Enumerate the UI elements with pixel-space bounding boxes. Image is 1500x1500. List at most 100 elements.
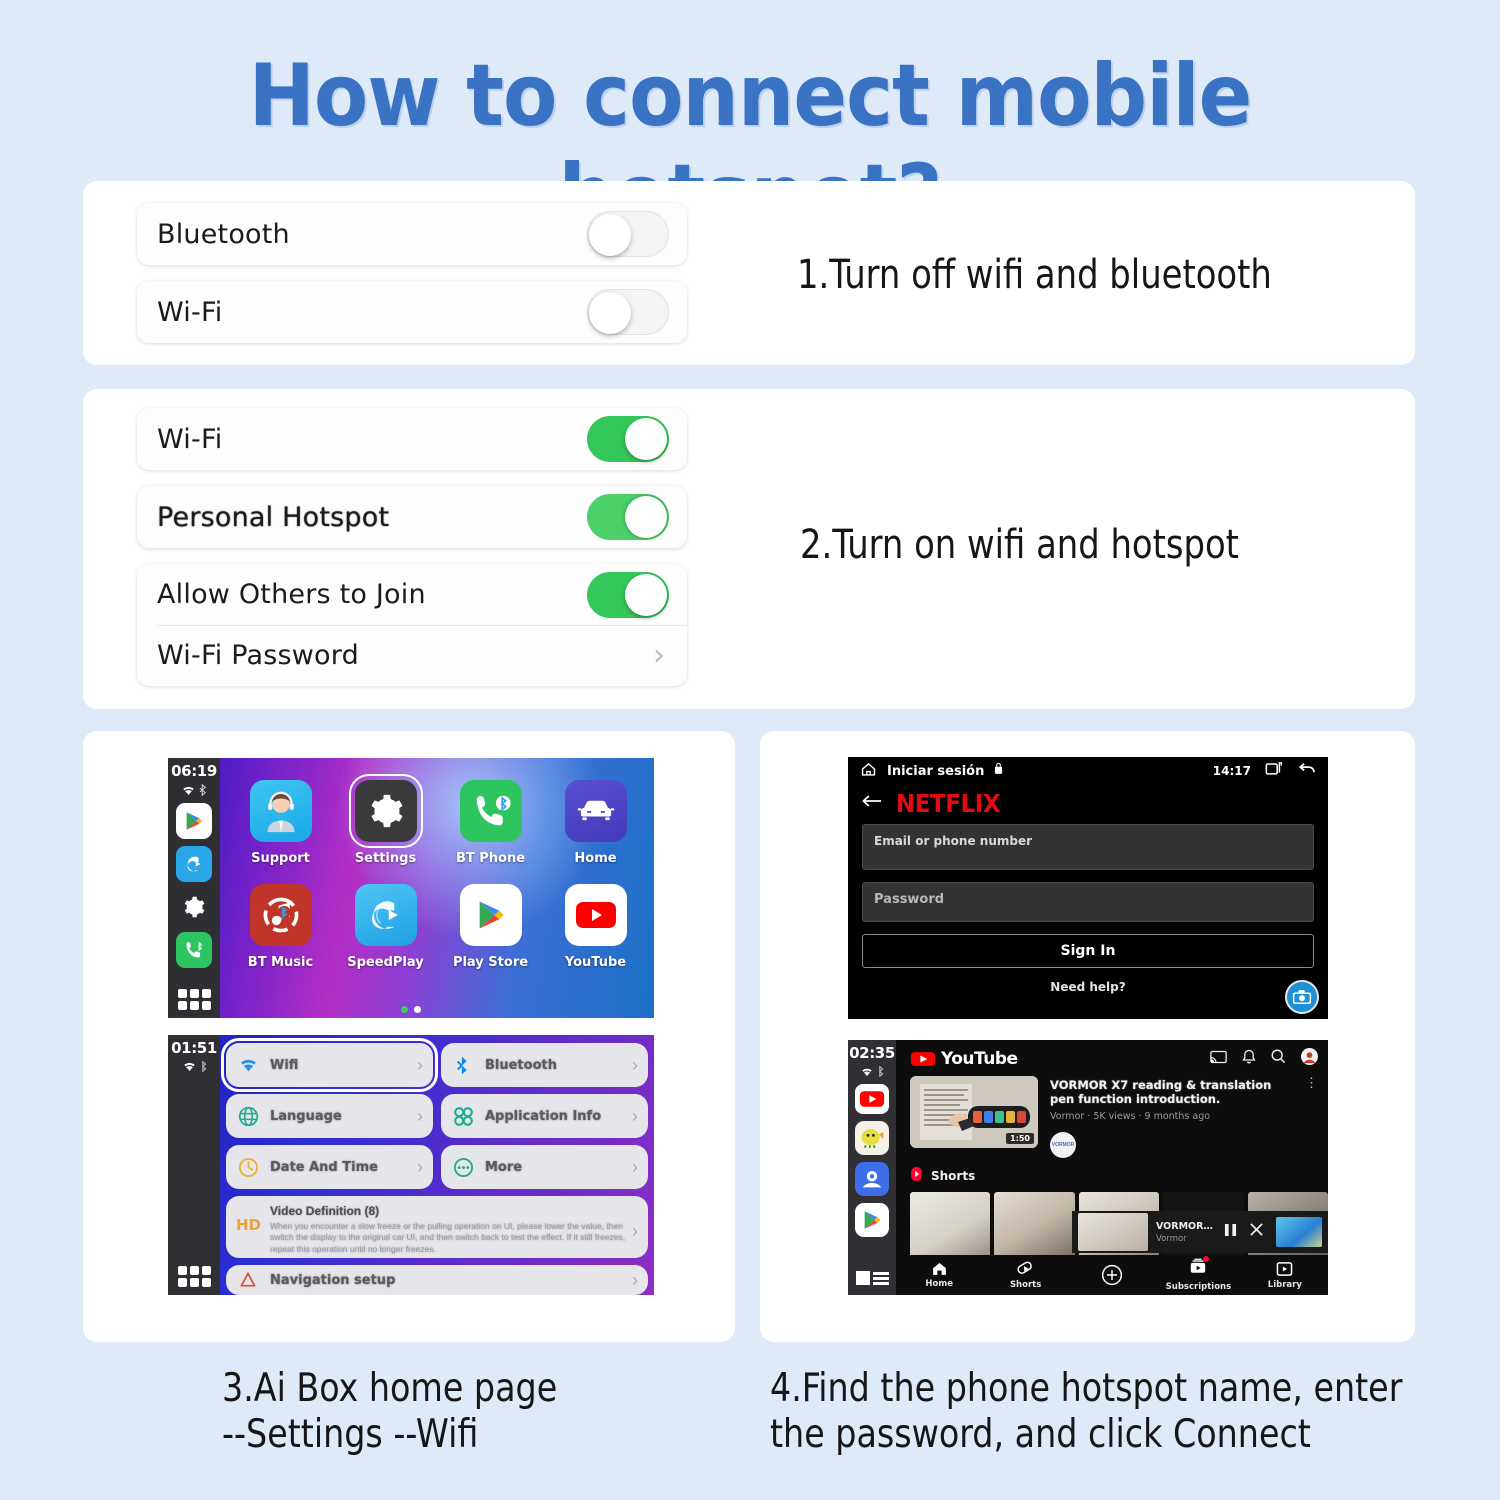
app-tile-bt-music[interactable]: BT Music — [228, 884, 333, 988]
sign-in-button[interactable]: Sign In — [862, 934, 1314, 968]
nav-item-shorts[interactable]: Shorts — [982, 1260, 1068, 1290]
settings-row-allow-others[interactable]: Allow Others to Join — [137, 564, 687, 625]
password-field[interactable]: Password — [862, 882, 1314, 922]
video-title: VORMOR X7 reading & translation pen func… — [1050, 1078, 1272, 1107]
video-options-icon[interactable]: ⋮ — [1305, 1076, 1318, 1158]
search-icon[interactable] — [1271, 1049, 1286, 1069]
home-icon[interactable] — [860, 761, 877, 782]
status-icons — [181, 784, 207, 796]
mini-player-preview — [1276, 1217, 1322, 1247]
shorts-header: Shorts — [896, 1158, 1328, 1192]
settings-row-personal-hotspot[interactable]: Personal Hotspot — [137, 486, 687, 548]
app-tile-bt-phone[interactable]: BT Phone — [438, 780, 543, 884]
sidebar-item-yellow-creature[interactable] — [855, 1121, 889, 1155]
cast-icon[interactable] — [1210, 1050, 1227, 1069]
settings-item-bluetooth[interactable]: Bluetooth › — [441, 1043, 648, 1087]
app-tile-speedplay[interactable]: SpeedPlay — [333, 884, 438, 988]
settings-row-bluetooth[interactable]: Bluetooth — [137, 203, 687, 265]
wifi-toggle[interactable] — [587, 289, 669, 335]
channel-avatar[interactable]: VORMOR — [1050, 1131, 1076, 1158]
wifi-toggle[interactable] — [587, 416, 669, 462]
settings-item-more[interactable]: More › — [441, 1145, 648, 1189]
recents-icon[interactable] — [1265, 761, 1283, 781]
password-placeholder: Password — [874, 892, 945, 907]
camera-icon[interactable] — [1285, 980, 1319, 1014]
settings-item-date-and-time[interactable]: Date And Time › — [226, 1145, 433, 1189]
email-field[interactable]: Email or phone number — [862, 824, 1314, 870]
chevron-right-icon: › — [632, 1054, 638, 1075]
youtube-topbar: YouTube — [896, 1040, 1328, 1076]
apps-grid-icon — [451, 1104, 475, 1128]
chevron-right-icon: › — [632, 1105, 638, 1126]
bt-music-icon — [249, 884, 312, 946]
settings-row-label: Allow Others to Join — [157, 579, 426, 610]
pause-icon[interactable] — [1224, 1223, 1237, 1242]
wifi-icon — [182, 1061, 197, 1072]
back-arrow-icon[interactable] — [862, 794, 882, 813]
sidebar-item-youtube[interactable] — [855, 1084, 889, 1114]
settings-row-wifi-password[interactable]: Wi-Fi Password › — [137, 625, 687, 686]
settings-item-label: Application Info — [485, 1108, 602, 1124]
nav-label: Subscriptions — [1165, 1282, 1232, 1292]
nav-item-library[interactable]: Library — [1242, 1261, 1328, 1290]
app-tile-play-store[interactable]: Play Store — [438, 884, 543, 988]
settings-group-off: Bluetooth Wi-Fi — [137, 203, 687, 343]
back-icon[interactable] — [1297, 761, 1316, 781]
mini-player[interactable]: VORMOR X7 reading & translation pen fun.… — [1072, 1211, 1328, 1253]
chevron-right-icon: › — [632, 1156, 638, 1177]
nav-item-subscriptions[interactable]: Subscriptions — [1155, 1256, 1241, 1292]
status-time: 01:51 — [171, 1039, 217, 1057]
sidebar-item-bt-phone[interactable] — [176, 932, 212, 968]
settings-items-grid: Wifi › Bluetooth › Language › Applicatio… — [221, 1038, 648, 1295]
app-grid-icon[interactable] — [177, 1266, 211, 1287]
nav-item-create[interactable] — [1069, 1264, 1155, 1286]
video-definition-body: When you encounter a slow freeze or the … — [270, 1221, 626, 1254]
more-icon — [451, 1155, 475, 1179]
carplay-sidebar: 06:19 — [168, 758, 220, 1018]
status-time: 06:19 — [171, 762, 217, 780]
bluetooth-toggle[interactable] — [587, 211, 669, 257]
settings-item-language[interactable]: Language › — [226, 1094, 433, 1138]
nav-label: Library — [1267, 1279, 1302, 1290]
row-divider — [157, 625, 687, 626]
need-help-link[interactable]: Need help? — [848, 980, 1328, 994]
settings-row-wifi[interactable]: Wi-Fi — [137, 281, 687, 343]
settings-group-join: Allow Others to Join Wi-Fi Password › — [137, 564, 687, 686]
allow-others-toggle[interactable] — [587, 571, 669, 618]
page-indicator — [168, 1006, 654, 1013]
gear-icon — [348, 774, 423, 848]
app-tile-settings[interactable]: Settings — [333, 774, 438, 884]
short-thumbnail[interactable] — [910, 1191, 991, 1264]
status-time: 14:17 — [1212, 764, 1251, 778]
sidebar-item-play-store[interactable] — [176, 803, 212, 839]
settings-item-application-info[interactable]: Application Info › — [441, 1094, 648, 1138]
settings-item-navigation-setup[interactable]: Navigation setup › — [226, 1265, 648, 1295]
email-placeholder: Email or phone number — [874, 834, 1033, 848]
settings-item-video-definition[interactable]: HD Video Definition (8) When you encount… — [226, 1196, 648, 1258]
avatar[interactable] — [1301, 1048, 1318, 1070]
short-thumbnail[interactable] — [994, 1191, 1075, 1264]
video-definition-title: Video Definition (8) — [270, 1204, 380, 1218]
youtube-logo[interactable]: YouTube — [910, 1049, 1018, 1069]
step-1-card: Bluetooth Wi-Fi 1.Turn off wifi and blue… — [83, 181, 1415, 365]
chevron-right-icon: › — [632, 1220, 638, 1241]
youtube-bottom-nav: Home Shorts Subscriptions Library — [896, 1255, 1328, 1295]
bell-icon[interactable] — [1242, 1049, 1256, 1070]
app-tile-home[interactable]: Home — [543, 780, 648, 884]
sidebar-item-settings[interactable] — [176, 889, 212, 925]
nav-item-home[interactable]: Home — [896, 1261, 982, 1289]
split-screen-icon[interactable] — [855, 1271, 889, 1285]
mini-player-thumbnail — [1078, 1213, 1148, 1251]
sidebar-item-maps[interactable] — [855, 1162, 889, 1196]
app-tile-youtube[interactable]: YouTube — [543, 884, 648, 988]
settings-row-wifi[interactable]: Wi-Fi — [137, 408, 687, 470]
sidebar-item-play-store[interactable] — [855, 1203, 889, 1237]
close-icon[interactable] — [1249, 1222, 1264, 1242]
personal-hotspot-toggle[interactable] — [587, 494, 669, 540]
sidebar-item-speedplay[interactable] — [176, 846, 212, 882]
settings-item-wifi[interactable]: Wifi › — [221, 1038, 438, 1092]
video-list-item[interactable]: 1:50 VORMOR X7 reading & translation pen… — [896, 1076, 1328, 1158]
speedplay-icon — [354, 884, 417, 946]
bluetooth-icon — [877, 1066, 884, 1077]
app-tile-support[interactable]: Support — [228, 780, 333, 884]
